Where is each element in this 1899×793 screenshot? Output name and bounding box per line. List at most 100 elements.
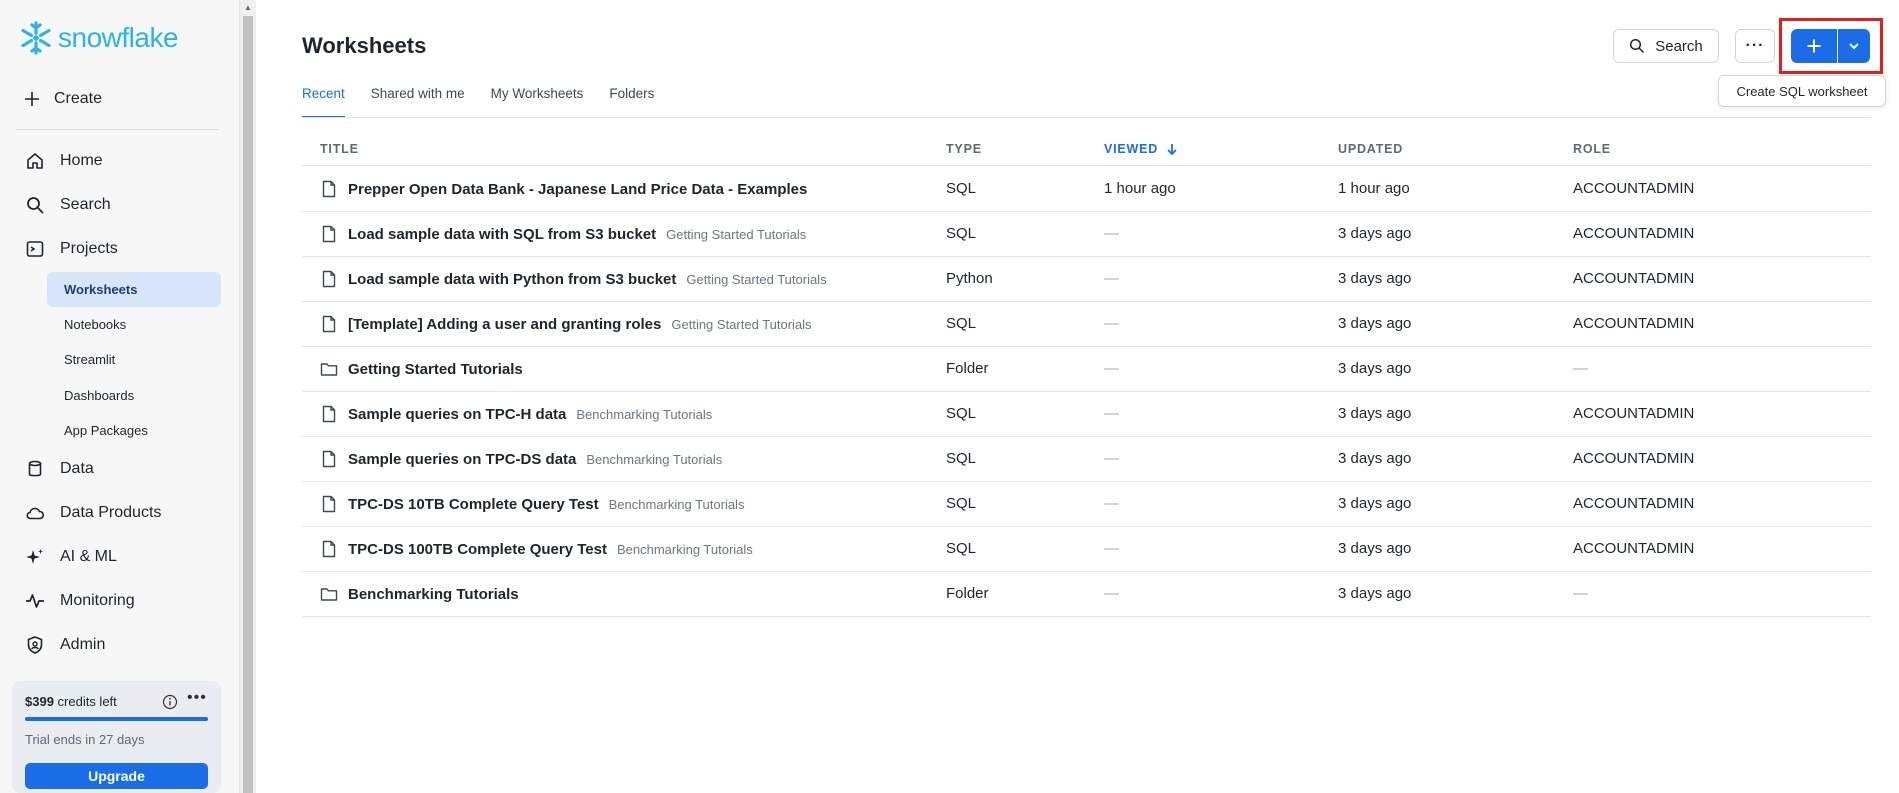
info-icon[interactable] <box>162 694 178 710</box>
sidebar-item-label: Data Products <box>60 504 162 521</box>
row-title[interactable]: Prepper Open Data Bank - Japanese Land P… <box>348 181 807 198</box>
row-type: SQL <box>946 540 977 557</box>
sidebar-item-home[interactable]: Home <box>24 150 103 172</box>
row-viewed: — <box>1104 225 1119 242</box>
row-updated: 3 days ago <box>1338 405 1412 422</box>
sidebar-item-label: Admin <box>60 636 106 653</box>
table-row[interactable]: TPC-DS 10TB Complete Query Test Benchmark… <box>302 482 1871 527</box>
row-folder: Benchmarking Tutorials <box>576 406 713 422</box>
row-title[interactable]: [Template] Adding a user and granting ro… <box>348 316 661 333</box>
upgrade-button[interactable]: Upgrade <box>25 763 208 789</box>
column-viewed[interactable]: VIEWED <box>1104 142 1178 156</box>
tab-folders[interactable]: Folders <box>609 86 654 118</box>
row-updated: 3 days ago <box>1338 225 1412 242</box>
sidebar-subitem-notebooks[interactable]: Notebooks <box>47 307 221 342</box>
row-updated: 3 days ago <box>1338 540 1412 557</box>
row-title[interactable]: Getting Started Tutorials <box>348 361 523 378</box>
sidebar-subitem-dashboards[interactable]: Dashboards <box>47 378 221 413</box>
row-title[interactable]: TPC-DS 10TB Complete Query Test <box>348 496 599 513</box>
column-type[interactable]: TYPE <box>946 142 982 156</box>
create-button[interactable]: Create <box>24 90 102 108</box>
table-row[interactable]: [Template] Adding a user and granting ro… <box>302 302 1871 347</box>
tab-shared-with-me[interactable]: Shared with me <box>371 86 465 118</box>
column-title[interactable]: TITLE <box>320 142 359 156</box>
row-viewed: — <box>1104 315 1119 332</box>
more-options-button[interactable]: ··· <box>1735 29 1775 63</box>
file-icon <box>320 494 338 514</box>
table-row[interactable]: Sample queries on TPC-DS data Benchmarkin… <box>302 437 1871 482</box>
row-title[interactable]: TPC-DS 100TB Complete Query Test <box>348 541 607 558</box>
row-title-cell[interactable]: TPC-DS 100TB Complete Query Test Benchmar… <box>320 539 753 559</box>
row-title-cell[interactable]: Load sample data with Python from S3 buc… <box>320 269 827 289</box>
row-type: SQL <box>946 315 977 332</box>
row-title-cell[interactable]: Getting Started Tutorials <box>320 359 523 379</box>
sidebar-subitem-worksheets[interactable]: Worksheets <box>47 272 221 307</box>
sidebar-item-admin[interactable]: Admin <box>24 634 105 656</box>
credits-progress-bar <box>25 717 208 721</box>
table-row[interactable]: Benchmarking Tutorials Folder — 3 days ago — <box>302 572 1871 617</box>
shield-icon <box>24 634 46 656</box>
row-title[interactable]: Sample queries on TPC-H data <box>348 406 566 423</box>
table-row[interactable]: Getting Started Tutorials Folder — 3 days a… <box>302 347 1871 392</box>
row-type: Folder <box>946 585 989 602</box>
row-title[interactable]: Load sample data with SQL from S3 bucket <box>348 226 656 243</box>
sparkle-icon <box>24 546 46 568</box>
row-title-cell[interactable]: Load sample data with SQL from S3 bucket… <box>320 224 806 244</box>
row-title-cell[interactable]: Sample queries on TPC-H data Benchmarking… <box>320 404 712 424</box>
row-title-cell[interactable]: Prepper Open Data Bank - Japanese Land P… <box>320 179 807 199</box>
row-title[interactable]: Sample queries on TPC-DS data <box>348 451 576 468</box>
tab-recent[interactable]: Recent <box>302 86 345 118</box>
scroll-thumb[interactable] <box>243 16 253 793</box>
sidebar-item-search[interactable]: Search <box>24 194 111 216</box>
sidebar-item-label: Projects <box>60 240 118 257</box>
row-role: ACCOUNTADMIN <box>1573 405 1695 422</box>
sidebar-scrollbar[interactable]: ▲ <box>240 0 256 793</box>
row-updated: 1 hour ago <box>1338 180 1410 197</box>
table-row[interactable]: TPC-DS 100TB Complete Query Test Benchmar… <box>302 527 1871 572</box>
row-title-cell[interactable]: [Template] Adding a user and granting ro… <box>320 314 812 334</box>
row-folder: Benchmarking Tutorials <box>586 451 723 467</box>
row-type: Python <box>946 270 993 287</box>
sidebar-subitem-streamlit[interactable]: Streamlit <box>47 342 221 377</box>
tab-my-worksheets[interactable]: My Worksheets <box>491 86 584 118</box>
row-viewed: — <box>1104 405 1119 422</box>
search-icon <box>24 194 46 216</box>
row-updated: 3 days ago <box>1338 315 1412 332</box>
table-row[interactable]: Load sample data with SQL from S3 bucket… <box>302 212 1871 257</box>
file-icon <box>320 179 338 199</box>
sidebar-item-projects[interactable]: Projects <box>24 238 118 260</box>
snowflake-logo[interactable]: snowflake <box>18 20 179 56</box>
sidebar-item-data-products[interactable]: Data Products <box>24 502 161 524</box>
search-button[interactable]: Search <box>1613 29 1719 63</box>
row-folder: Benchmarking Tutorials <box>608 496 745 512</box>
sidebar-item-data[interactable]: Data <box>24 458 94 480</box>
activity-icon <box>24 590 46 612</box>
sidebar-subitem-app-packages[interactable]: App Packages <box>47 413 221 448</box>
row-title-cell[interactable]: TPC-DS 10TB Complete Query Test Benchmark… <box>320 494 744 514</box>
file-icon <box>320 404 338 424</box>
page-title: Worksheets <box>302 33 427 58</box>
sidebar-item-ai-ml[interactable]: AI & ML <box>24 546 117 568</box>
snowflake-icon <box>21 21 51 55</box>
row-role: ACCOUNTADMIN <box>1573 225 1695 242</box>
sidebar-item-monitoring[interactable]: Monitoring <box>24 590 135 612</box>
row-title[interactable]: Benchmarking Tutorials <box>348 586 519 603</box>
row-viewed: — <box>1104 450 1119 467</box>
column-role[interactable]: ROLE <box>1573 142 1611 156</box>
row-role: ACCOUNTADMIN <box>1573 270 1695 287</box>
row-role: ACCOUNTADMIN <box>1573 495 1695 512</box>
row-title-cell[interactable]: Sample queries on TPC-DS data Benchmarkin… <box>320 449 722 469</box>
scroll-up-icon[interactable]: ▲ <box>244 3 252 12</box>
sidebar-item-label: Data <box>60 460 94 477</box>
column-updated[interactable]: UPDATED <box>1338 142 1403 156</box>
table-row[interactable]: Load sample data with Python from S3 buc… <box>302 257 1871 302</box>
table-row[interactable]: Sample queries on TPC-H data Benchmarking… <box>302 392 1871 437</box>
more-icon: ··· <box>1745 37 1765 54</box>
row-updated: 3 days ago <box>1338 270 1412 287</box>
row-viewed: — <box>1104 360 1119 377</box>
more-icon[interactable]: ••• <box>187 689 207 707</box>
row-title-cell[interactable]: Benchmarking Tutorials <box>320 584 519 604</box>
table-row[interactable]: Prepper Open Data Bank - Japanese Land P… <box>302 167 1871 212</box>
row-title[interactable]: Load sample data with Python from S3 buc… <box>348 271 676 288</box>
row-folder: Benchmarking Tutorials <box>616 541 753 557</box>
